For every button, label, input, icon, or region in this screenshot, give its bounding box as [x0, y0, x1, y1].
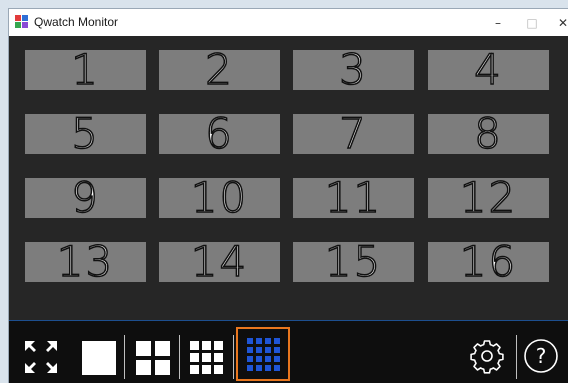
- camera-tile-6[interactable]: 6: [159, 109, 280, 158]
- close-button[interactable]: ✕: [544, 9, 568, 36]
- camera-tile-13[interactable]: 13: [25, 237, 146, 286]
- camera-tile-4[interactable]: 4: [428, 45, 549, 94]
- tile-number: 6: [204, 109, 234, 158]
- toolbar-separator: [179, 335, 180, 379]
- tile-number: 2: [204, 45, 234, 94]
- window-title: Qwatch Monitor: [34, 15, 119, 29]
- camera-tile-2[interactable]: 2: [159, 45, 280, 94]
- title-bar[interactable]: Qwatch Monitor – □ ✕: [9, 9, 568, 36]
- camera-tile-5[interactable]: 5: [25, 109, 146, 158]
- layout-1-icon[interactable]: [79, 338, 119, 378]
- layout-16-icon[interactable]: [243, 334, 283, 374]
- layout-toolbar: ?: [9, 320, 568, 383]
- camera-tile-11[interactable]: 11: [293, 173, 414, 222]
- camera-tile-14[interactable]: 14: [159, 237, 280, 286]
- camera-tile-1[interactable]: 1: [25, 45, 146, 94]
- tile-number: 7: [338, 109, 368, 158]
- tile-number: 13: [56, 237, 115, 286]
- help-glyph: ?: [535, 344, 547, 368]
- minimize-button[interactable]: –: [479, 9, 517, 36]
- toolbar-separator: [233, 335, 234, 379]
- tile-number: 8: [473, 109, 503, 158]
- tile-number: 10: [190, 173, 249, 222]
- camera-tile-16[interactable]: 16: [428, 237, 549, 286]
- tile-number: 15: [324, 237, 383, 286]
- camera-tile-10[interactable]: 10: [159, 173, 280, 222]
- camera-tile-7[interactable]: 7: [293, 109, 414, 158]
- camera-tile-12[interactable]: 12: [428, 173, 549, 222]
- toolbar-separator: [124, 335, 125, 379]
- camera-tile-3[interactable]: 3: [293, 45, 414, 94]
- tile-number: 11: [324, 173, 383, 222]
- gear-icon[interactable]: [469, 338, 505, 374]
- camera-tile-8[interactable]: 8: [428, 109, 549, 158]
- camera-grid: 1 2 3 4 5 6 7 8 9 10 11 12 13 14 15 16: [9, 36, 568, 326]
- toolbar-separator: [516, 335, 517, 379]
- camera-tile-15[interactable]: 15: [293, 237, 414, 286]
- help-button[interactable]: ?: [523, 338, 559, 374]
- tile-number: 1: [70, 45, 100, 94]
- layout-9-icon[interactable]: [187, 338, 227, 378]
- tile-number: 3: [338, 45, 368, 94]
- tile-number: 5: [70, 109, 100, 158]
- fullscreen-arrows-icon[interactable]: [21, 337, 61, 377]
- app-window: Qwatch Monitor – □ ✕ 1 2 3 4 5 6 7 8 9 1…: [9, 9, 568, 383]
- tile-number: 9: [70, 173, 100, 222]
- tile-number: 12: [459, 173, 518, 222]
- tile-number: 14: [190, 237, 249, 286]
- camera-tile-9[interactable]: 9: [25, 173, 146, 222]
- tile-number: 16: [459, 237, 518, 286]
- app-logo-icon: [15, 15, 28, 28]
- layout-4-icon[interactable]: [133, 338, 173, 378]
- tile-number: 4: [473, 45, 503, 94]
